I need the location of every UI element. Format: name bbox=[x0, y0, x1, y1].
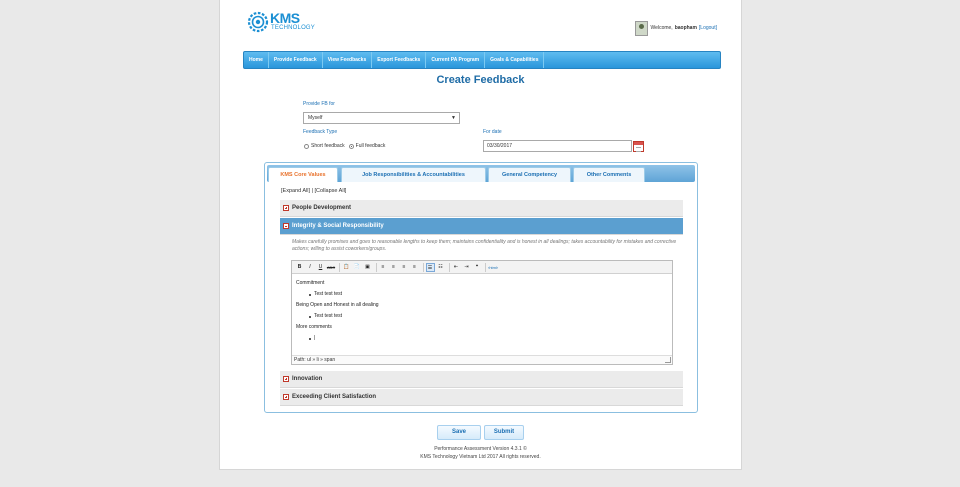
section-innovation[interactable]: Innovation bbox=[280, 371, 683, 388]
strikethrough-button[interactable]: ABC bbox=[327, 263, 336, 272]
toolbar-separator bbox=[339, 262, 340, 272]
calendar-icon[interactable] bbox=[633, 141, 644, 152]
section-title: Integrity & Social Responsibility bbox=[292, 223, 384, 229]
editor-paragraph: More comments bbox=[296, 324, 332, 330]
section-title: People Development bbox=[292, 205, 352, 211]
align-left-icon[interactable]: ≡ bbox=[379, 263, 388, 272]
italic-button[interactable]: I bbox=[306, 263, 315, 272]
page-container: KMS TECHNOLOGY Welcome, baopham [Logout]… bbox=[219, 0, 742, 470]
save-button[interactable]: Save bbox=[437, 425, 481, 440]
avatar bbox=[634, 20, 648, 36]
date-input[interactable]: 03/30/2017 bbox=[483, 140, 632, 152]
short-feedback-radio[interactable] bbox=[304, 143, 309, 149]
expand-icon bbox=[283, 376, 289, 382]
expand-icon bbox=[283, 394, 289, 400]
toolbar-separator bbox=[485, 262, 486, 272]
provide-for-select[interactable]: Myself ▼ bbox=[303, 112, 460, 124]
section-title: Innovation bbox=[292, 376, 323, 382]
nav-goals-capabilities[interactable]: Goals & Capabilities bbox=[485, 52, 545, 68]
tab-general-competency[interactable]: General Competency bbox=[488, 167, 571, 182]
full-feedback-label: Full feedback bbox=[355, 143, 386, 149]
paste-word-icon[interactable]: 📄 bbox=[353, 263, 362, 272]
tab-other-comments[interactable]: Other Comments bbox=[573, 167, 645, 182]
nav-current-pa-program[interactable]: Current PA Program bbox=[426, 52, 486, 68]
editor-paragraph: Commitment bbox=[296, 280, 325, 286]
bold-button[interactable]: B bbox=[295, 263, 304, 272]
provide-for-label: Provide FB for bbox=[303, 101, 335, 107]
for-date-label: For date bbox=[483, 129, 502, 135]
footer: Performance Assessment Version 4.3.1 © K… bbox=[220, 446, 741, 461]
editor-list-item: | bbox=[296, 333, 379, 344]
toolbar-separator bbox=[422, 262, 424, 272]
main-nav: Home Provide Feedback View Feedbacks Exp… bbox=[243, 51, 721, 69]
html-source-icon[interactable]: ‹html› bbox=[488, 263, 498, 272]
editor-content[interactable]: Commitment Test test test Being Open and… bbox=[296, 278, 379, 344]
user-box: Welcome, baopham [Logout] bbox=[634, 20, 717, 36]
toolbar-separator bbox=[448, 262, 450, 272]
short-feedback-label: Short feedback bbox=[311, 143, 345, 149]
toolbar-separator bbox=[375, 262, 377, 272]
resize-handle-icon[interactable] bbox=[665, 357, 671, 363]
section-exceeding-client-satisfaction[interactable]: Exceeding Client Satisfaction bbox=[280, 389, 683, 406]
nav-view-feedbacks[interactable]: View Feedbacks bbox=[323, 52, 373, 68]
tab-job-responsibilities[interactable]: Job Responsibilities & Accountabilities bbox=[341, 167, 486, 182]
tab-bar: KMS Core Values Job Responsibilities & A… bbox=[267, 165, 695, 182]
submit-button[interactable]: Submit bbox=[484, 425, 524, 440]
expand-collapse-links[interactable]: [Expand All] | [Collapse All] bbox=[281, 188, 346, 194]
logout-link[interactable]: [Logout] bbox=[699, 25, 717, 31]
feedback-tabs: KMS Core Values Job Responsibilities & A… bbox=[264, 162, 698, 413]
welcome-text: Welcome, bbox=[650, 25, 673, 31]
section-title: Exceeding Client Satisfaction bbox=[292, 394, 377, 400]
section-people-development[interactable]: People Development bbox=[280, 200, 683, 217]
feedback-type-label: Feedback Type bbox=[303, 129, 338, 135]
editor-list-item: Test test test bbox=[296, 289, 379, 300]
expand-icon bbox=[283, 205, 289, 211]
nav-export-feedbacks[interactable]: Export Feedbacks bbox=[372, 52, 427, 68]
logo-text: KMS bbox=[270, 10, 300, 26]
outdent-icon[interactable]: ⇤ bbox=[452, 263, 461, 272]
paste-text-icon[interactable]: 📋 bbox=[342, 263, 351, 272]
logo-tagline: TECHNOLOGY bbox=[271, 25, 316, 31]
editor-path-bar: Path: ul » li » span bbox=[292, 355, 672, 364]
tab-kms-core-values[interactable]: KMS Core Values bbox=[268, 167, 338, 182]
nav-home[interactable]: Home bbox=[244, 52, 269, 68]
rich-text-editor[interactable]: B I U ABC 📋 📄 ▣ ≡ ≡ ≡ ≡ ☰ ☷ ⇤ ⇥ ❝ ‹html›… bbox=[291, 260, 673, 365]
section-integrity[interactable]: Integrity & Social Responsibility bbox=[280, 218, 683, 235]
bullet-list-icon[interactable]: ☰ bbox=[425, 262, 435, 272]
kms-logo[interactable]: KMS TECHNOLOGY bbox=[246, 10, 326, 36]
section-description: Makes carefully promises and goes to rea… bbox=[292, 239, 677, 252]
footer-copyright: KMS Technology Vietnam Ltd 2017 All righ… bbox=[420, 453, 541, 460]
blockquote-icon[interactable]: ❝ bbox=[473, 263, 482, 272]
full-feedback-radio[interactable] bbox=[348, 143, 354, 149]
underline-button[interactable]: U bbox=[316, 263, 325, 272]
username: baopham bbox=[674, 25, 697, 31]
editor-paragraph: Being Open and Honest in all dealing bbox=[296, 302, 379, 308]
select-all-icon[interactable]: ▣ bbox=[363, 263, 372, 272]
form-actions: Save Submit bbox=[220, 425, 741, 440]
indent-icon[interactable]: ⇥ bbox=[462, 263, 471, 272]
numbered-list-icon[interactable]: ☷ bbox=[436, 263, 445, 272]
editor-list-item: Test test test bbox=[296, 311, 379, 322]
feedback-type-group: Short feedback Full feedback bbox=[304, 143, 385, 149]
footer-version: Performance Assessment Version 4.3.1 © bbox=[434, 446, 527, 452]
provide-for-value: Myself bbox=[308, 115, 323, 121]
editor-toolbar: B I U ABC 📋 📄 ▣ ≡ ≡ ≡ ≡ ☰ ☷ ⇤ ⇥ ❝ ‹html› bbox=[292, 261, 672, 274]
collapse-icon bbox=[283, 223, 289, 229]
chevron-down-icon: ▼ bbox=[451, 115, 456, 121]
page-title: Create Feedback bbox=[436, 74, 525, 86]
align-center-icon[interactable]: ≡ bbox=[389, 263, 398, 272]
nav-provide-feedback[interactable]: Provide Feedback bbox=[269, 52, 323, 68]
justify-icon[interactable]: ≡ bbox=[410, 263, 419, 272]
logo-gear-icon bbox=[247, 11, 269, 33]
align-right-icon[interactable]: ≡ bbox=[400, 263, 409, 272]
